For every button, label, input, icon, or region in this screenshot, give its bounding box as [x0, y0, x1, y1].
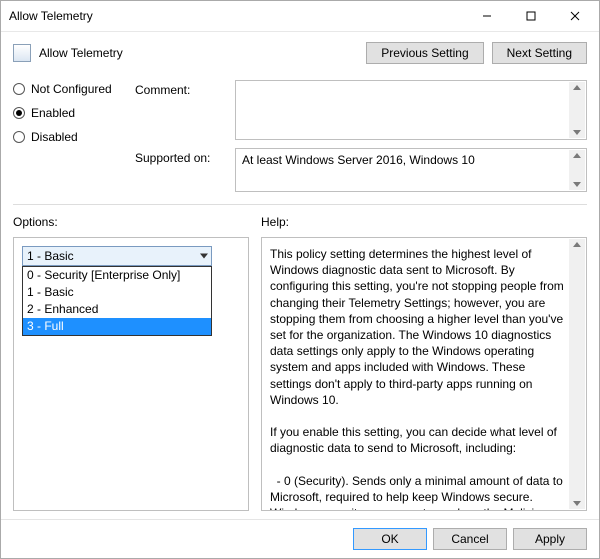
radio-disabled[interactable]: Disabled	[13, 130, 123, 144]
scroll-up-icon	[573, 85, 581, 90]
options-heading: Options:	[13, 215, 261, 229]
next-setting-button[interactable]: Next Setting	[492, 42, 587, 64]
radio-label: Not Configured	[31, 82, 112, 96]
comment-label: Comment:	[135, 80, 225, 97]
panels-row: 1 - Basic 0 - Security [Enterprise Only]…	[1, 233, 599, 519]
config-form: Not Configured Enabled Disabled Comment:…	[1, 76, 599, 200]
panel-headers: Options: Help:	[1, 209, 599, 233]
supported-on-box: At least Windows Server 2016, Windows 10	[235, 148, 587, 192]
supported-on-text: At least Windows Server 2016, Windows 10	[236, 149, 586, 171]
radio-dot-selected-icon	[13, 107, 25, 119]
scroll-down-icon	[573, 182, 581, 187]
combo-option-2[interactable]: 2 - Enhanced	[23, 301, 211, 318]
scroll-up-icon	[573, 153, 581, 158]
help-heading: Help:	[261, 215, 289, 229]
telemetry-level-combobox[interactable]: 1 - Basic 0 - Security [Enterprise Only]…	[22, 246, 212, 266]
previous-setting-button[interactable]: Previous Setting	[366, 42, 483, 64]
radio-label: Disabled	[31, 130, 78, 144]
radio-dot-icon	[13, 131, 25, 143]
chevron-down-icon	[200, 254, 208, 259]
supported-label: Supported on:	[135, 148, 225, 165]
combo-option-1[interactable]: 1 - Basic	[23, 284, 211, 301]
combo-selected-value: 1 - Basic	[27, 249, 74, 263]
separator	[13, 204, 587, 205]
scroll-down-icon	[573, 501, 581, 506]
supported-row: Supported on: At least Windows Server 20…	[135, 148, 587, 192]
ok-button[interactable]: OK	[353, 528, 427, 550]
scroll-down-icon	[573, 130, 581, 135]
help-text: This policy setting determines the highe…	[270, 246, 564, 511]
scrollbar[interactable]	[569, 239, 585, 509]
scrollbar[interactable]	[569, 82, 585, 138]
header-strip: Allow Telemetry Previous Setting Next Se…	[1, 32, 599, 76]
policy-icon	[13, 44, 31, 62]
minimize-button[interactable]	[465, 1, 509, 31]
cancel-button[interactable]: Cancel	[433, 528, 507, 550]
state-radios: Not Configured Enabled Disabled	[13, 80, 123, 192]
help-panel: This policy setting determines the highe…	[261, 237, 587, 511]
options-panel: 1 - Basic 0 - Security [Enterprise Only]…	[13, 237, 249, 511]
policy-title: Allow Telemetry	[39, 46, 123, 60]
form-right-column: Comment: Supported on: At least Windows …	[135, 80, 587, 192]
combo-option-0[interactable]: 0 - Security [Enterprise Only]	[23, 267, 211, 284]
scrollbar[interactable]	[569, 150, 585, 190]
comment-textarea[interactable]	[235, 80, 587, 140]
radio-dot-icon	[13, 83, 25, 95]
dialog-footer: OK Cancel Apply	[1, 519, 599, 558]
radio-not-configured[interactable]: Not Configured	[13, 82, 123, 96]
maximize-button[interactable]	[509, 1, 553, 31]
scroll-up-icon	[573, 242, 581, 247]
close-button[interactable]	[553, 1, 597, 31]
combo-option-3[interactable]: 3 - Full	[23, 318, 211, 335]
comment-row: Comment:	[135, 80, 587, 140]
title-bar: Allow Telemetry	[1, 1, 599, 32]
window-title: Allow Telemetry	[9, 9, 465, 23]
combo-dropdown-list: 0 - Security [Enterprise Only] 1 - Basic…	[22, 266, 212, 336]
radio-label: Enabled	[31, 106, 75, 120]
window-controls	[465, 1, 597, 31]
radio-enabled[interactable]: Enabled	[13, 106, 123, 120]
apply-button[interactable]: Apply	[513, 528, 587, 550]
